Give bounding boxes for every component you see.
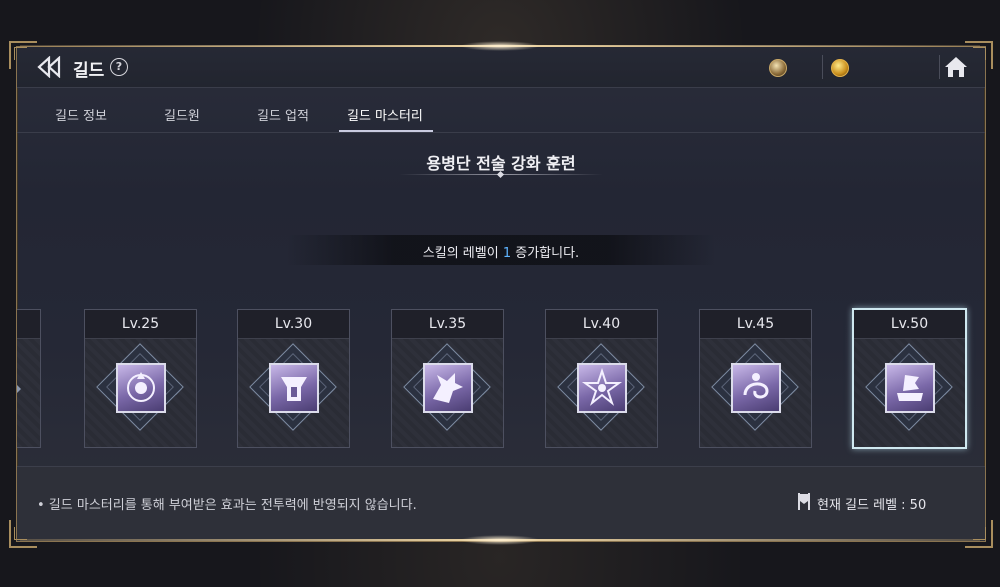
card-body [700, 339, 811, 447]
card-body [85, 339, 196, 447]
tab-guild-mastery[interactable]: 길드 마스터리 [347, 105, 423, 124]
description-text: 스킬의 레벨이 1 증가합니다. [287, 242, 715, 261]
tab-bar: 길드 정보 길드원 길드 업적 길드 마스터리 [17, 99, 985, 132]
chevron-right-icon [17, 383, 21, 395]
tab-guild-achievements[interactable]: 길드 업적 [257, 105, 309, 124]
star-emblem-icon [577, 363, 627, 413]
card-level-label: Lv.50 [854, 310, 965, 339]
partial-card-header [17, 310, 40, 339]
mastery-card-lv40[interactable]: Lv.40 [545, 309, 658, 448]
description-prefix: 스킬의 레벨이 [422, 246, 503, 261]
mastery-card-lv45[interactable]: Lv.45 [699, 309, 812, 448]
card-body [238, 339, 349, 447]
card-body [392, 339, 503, 447]
frame-glow [460, 41, 540, 51]
serpent-icon [731, 363, 781, 413]
header-divider [939, 55, 940, 79]
mastery-card-lv35[interactable]: Lv.35 [391, 309, 504, 448]
description-suffix: 증가합니다. [511, 246, 580, 261]
helmet-icon [269, 363, 319, 413]
mastery-card-lv30[interactable]: Lv.30 [237, 309, 350, 448]
partial-card[interactable] [17, 309, 41, 448]
current-guild-level: 현재 길드 레벨 : 50 [817, 498, 927, 513]
mastery-card-lv50[interactable]: Lv.50 [852, 308, 967, 449]
shield-crest-icon [116, 363, 166, 413]
guild-coin-icon[interactable] [769, 59, 787, 77]
frame-corner [973, 527, 986, 540]
card-body [546, 339, 657, 447]
section-title: 용병단 전술 강화 훈련 [426, 154, 576, 173]
header-bar: 길드 ? [17, 47, 985, 88]
back-arrow-icon [37, 55, 61, 79]
tab-guild-members[interactable]: 길드원 [164, 105, 200, 124]
footer-bar: • 길드 마스터리를 통해 부여받은 효과는 전투력에 반영되지 않습니다. 현… [17, 466, 985, 541]
description-value: 1 [502, 246, 512, 261]
card-level-label: Lv.40 [546, 310, 657, 339]
partial-card-body [17, 339, 40, 447]
frame-corner [973, 47, 986, 60]
back-button[interactable] [37, 55, 63, 79]
header-divider [822, 55, 823, 79]
description-bar: 스킬의 레벨이 1 증가합니다. [287, 235, 715, 265]
card-level-label: Lv.35 [392, 310, 503, 339]
guild-window: 길드 ? 길드 정보 길드원 길드 업적 길드 마스터리 용병단 전술 강화 훈… [16, 46, 986, 542]
banner-icon [885, 363, 935, 413]
tabs-divider [17, 132, 985, 133]
mastery-card-lv25[interactable]: Lv.25 [84, 309, 197, 448]
card-body [854, 339, 965, 447]
frame-corner [14, 47, 27, 60]
card-level-label: Lv.30 [238, 310, 349, 339]
tab-guild-info[interactable]: 길드 정보 [55, 105, 107, 124]
card-level-label: Lv.45 [700, 310, 811, 339]
footer-note: • 길드 마스터리를 통해 부여받은 효과는 전투력에 반영되지 않습니다. [37, 498, 417, 513]
frame-glow [460, 535, 540, 545]
guild-flag-icon [798, 493, 810, 510]
help-icon[interactable]: ? [110, 58, 128, 76]
dragon-icon [423, 363, 473, 413]
page-title: 길드 [73, 61, 105, 81]
frame-corner [14, 527, 27, 540]
gold-coin-icon[interactable] [831, 59, 849, 77]
card-level-label: Lv.25 [85, 310, 196, 339]
